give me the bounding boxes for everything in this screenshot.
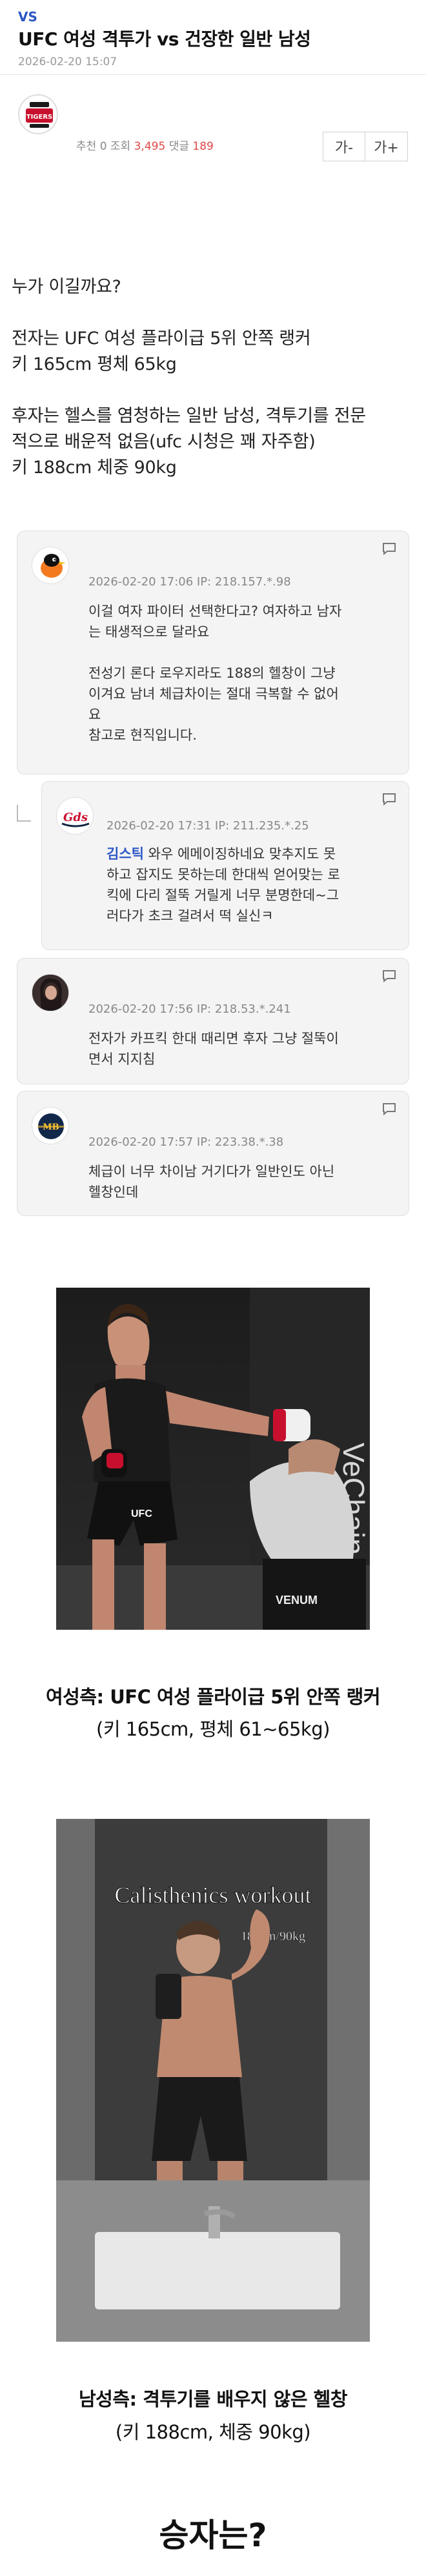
comment-line: 전자가 카프킥 한대 때리면 후자 그냥 절뚝이 [88,1031,339,1046]
comment-line: 킥에 다리 절뚝 거릴게 너무 분명한데~그 [107,887,340,903]
post-line-blank [12,378,414,403]
female-fighter-photo: VeChain UFC VENUM [56,1288,370,1630]
post-line-blank [12,300,414,326]
team-logo-text: TIGERS [26,114,52,121]
user-photo-icon [32,975,68,1011]
comment-meta: 2026-02-20 17:06 IP: 218.157.*.98 [88,575,291,589]
comment-item: MB 2026-02-20 17:57 IP: 223.38.*.38 체급이 … [17,1091,409,1216]
post-line: 후자는 헬스를 염청하는 일반 남성, 격투기를 전문 [12,406,366,426]
male-gym-photo: Calisthenics workout 188cm/90kg [56,1819,370,2342]
comment-reply-item: Gds 2026-02-20 17:31 IP: 211.235.*.25 김스… [41,781,409,950]
svg-text:Gds: Gds [63,811,88,824]
guardians-logo-icon: Gds [57,798,93,834]
reply-chat-icon[interactable] [381,542,397,556]
comment-line: 요 [88,707,101,722]
reply-chat-icon[interactable] [381,792,397,806]
post-title: UFC 여성 격투가 vs 건장한 일반 남성 [18,28,311,50]
avatar[interactable]: Gds [56,797,94,835]
post-line: 적으로 배운적 없음(ufc 시청은 꽤 자주함) [12,432,316,452]
female-caption-title: 여성측: UFC 여성 플라이급 5위 안쪽 랭커 [45,1686,381,1708]
comment-line: 러다가 초크 걸려서 떡 실신ㅋ [107,908,274,924]
font-smaller-button[interactable]: 가- [323,132,365,161]
reply-indicator-icon [17,805,31,822]
post-date: 2026-02-20 15:07 [18,56,117,68]
comment-text: 이걸 여자 파이터 선택한다고? 여자하고 남자 는 태생적으로 달라요 전성기… [88,601,411,745]
female-caption-detail: (키 165cm, 평체 61~65kg) [96,1718,330,1740]
comment-line: 헬창인데 [88,1184,139,1200]
comment-meta: 2026-02-20 17:57 IP: 223.38.*.38 [88,1135,284,1149]
comment-line-blank [88,642,411,663]
recommend-count: 0 [99,140,107,153]
comment-line: 체급이 너무 차이남 거기다가 일반인도 아닌 [88,1164,335,1179]
post-line: 키 165cm 평체 65kg [12,354,177,374]
comment-text: 체급이 너무 차이남 거기다가 일반인도 아닌 헬창인데 [88,1161,411,1202]
mention-link[interactable]: 김스틱 [107,846,144,862]
post-body: 누가 이길까요? 전자는 UFC 여성 플라이급 5위 안쪽 랭커 키 165c… [12,274,414,481]
views-label: 조회 [110,140,131,153]
winner-question: 승자는? [159,2517,267,2554]
brewers-logo-icon: MB [32,1108,68,1144]
post-line: 키 188cm 체중 90kg [12,458,177,478]
comments-label: 댓글 [168,140,189,153]
post-info-row: TIGERS 추천 0 조회 3,495 댓글 189 가- 가+ [0,75,426,161]
comment-line: 하고 잡지도 못하는데 한대씩 얻어맞는 로 [107,867,340,882]
comment-item: 2026-02-20 17:56 IP: 218.53.*.241 전자가 카프… [17,958,409,1084]
post-stats: 추천 0 조회 3,495 댓글 189 [76,137,214,153]
reply-chat-icon[interactable] [381,969,397,983]
avatar[interactable]: MB [32,1107,69,1144]
post-line: 전자는 UFC 여성 플라이급 5위 안쪽 랭커 [12,329,311,349]
font-larger-button[interactable]: 가+ [365,132,408,161]
recommend-label: 추천 [76,140,97,153]
views-count: 3,495 [134,140,166,153]
category-label[interactable]: VS [18,9,408,25]
comment-line: 전성기 론다 로우지라도 188의 헬창이 그냥 [88,665,336,681]
comment-text: 김스틱 와우 에메이징하네요 맞추지도 못 하고 잡지도 못하는데 한대씩 얻어… [107,844,403,926]
post-line: 누가 이길까요? [12,277,121,297]
fighter-shorts-text: UFC [131,1508,152,1519]
male-caption-detail: (키 188cm, 체중 90kg) [115,2421,311,2443]
orioles-bird-icon [32,547,68,583]
comment-line: 이걸 여자 파이터 선택한다고? 여자하고 남자 [88,603,342,619]
avatar[interactable] [32,974,69,1011]
comments-count: 189 [192,140,214,153]
comment-line-text: 와우 에메이징하네요 맞추지도 못 [143,846,336,862]
calisthenics-overlay-title: Calisthenics workout [115,1882,312,1908]
male-caption-title: 남성측: 격투기를 배우지 않은 헬창 [78,2388,348,2410]
comment-meta: 2026-02-20 17:31 IP: 211.235.*.25 [107,819,309,833]
comment-text: 전자가 카프킥 한대 때리면 후자 그냥 절뚝이 면서 지지침 [88,1028,411,1070]
venum-text: VENUM [276,1594,318,1607]
comment-item: 2026-02-20 17:06 IP: 218.157.*.98 이걸 여자 … [17,531,409,775]
comment-line: 김스틱 와우 에메이징하네요 맞추지도 못 [107,844,403,864]
font-size-controls: 가- 가+ [323,132,408,161]
reply-chat-icon[interactable] [381,1102,397,1116]
comment-line: 는 태생적으로 달라요 [88,624,210,640]
comment-meta: 2026-02-20 17:56 IP: 218.53.*.241 [88,1002,291,1016]
post-header: VS UFC 여성 격투가 vs 건장한 일반 남성 2026-02-20 15… [0,0,426,75]
comment-line: 참고로 현직입니다. [88,727,197,743]
comment-line: 이겨요 남녀 체급차이는 절대 극복할 수 없어 [88,686,339,702]
avatar[interactable] [32,547,69,584]
comment-line: 면서 지지침 [88,1051,156,1067]
team-logo: TIGERS [18,94,58,134]
